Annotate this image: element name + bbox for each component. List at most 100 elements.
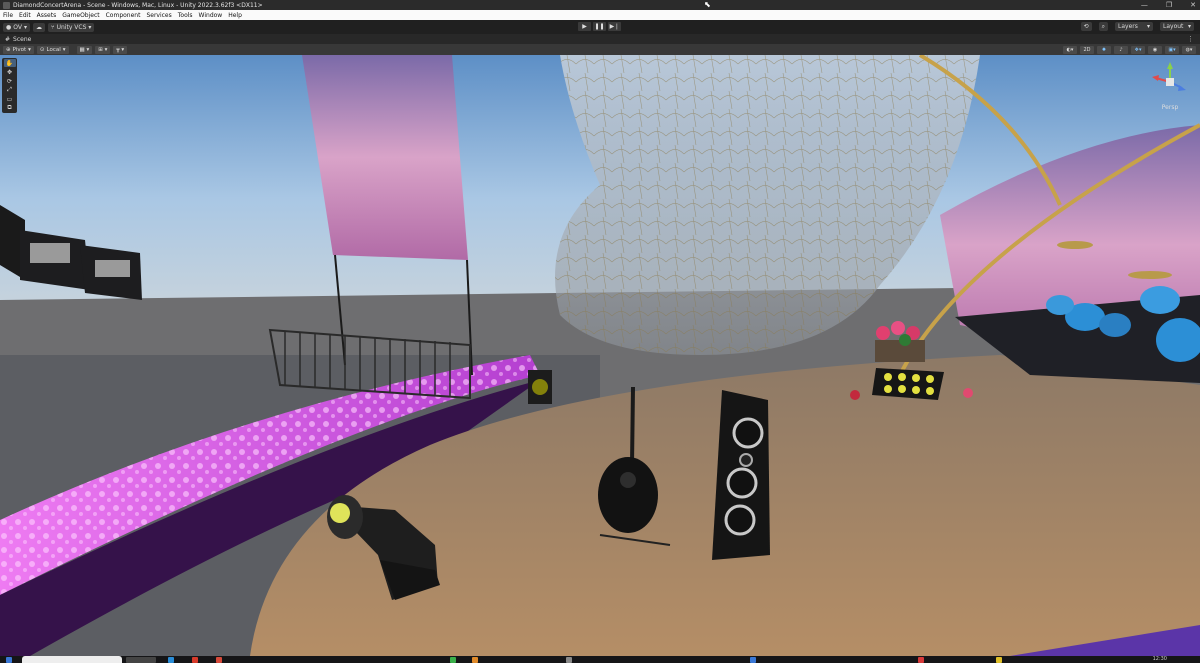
space-dropdown[interactable]: ⊙ Local ▾ <box>36 45 69 54</box>
speaker-icon: ♪ <box>1119 46 1123 53</box>
toolbar-right: ⟲ ⌕ Layers ▾ Layout ▾ <box>1078 22 1194 31</box>
menu-gameobject[interactable]: GameObject <box>59 12 102 19</box>
menu-component[interactable]: Component <box>103 12 144 19</box>
chevron-down-icon: ▾ <box>28 46 31 53</box>
history-button[interactable]: ⟲ <box>1080 22 1092 31</box>
minimize-button[interactable]: — <box>1141 1 1148 9</box>
unity-vcs-button[interactable]: ⑂ Unity VCS ▾ <box>48 22 95 32</box>
gizmos-dropdown[interactable]: ◍▾ <box>1182 45 1196 54</box>
unity-logo-icon <box>3 1 10 9</box>
scale-tool-button[interactable]: ⤢ <box>4 86 16 94</box>
taskbar-app-icon[interactable] <box>126 657 156 663</box>
grid-icon: ▦ ▾ <box>79 46 90 53</box>
chevron-down-icon: ▾ <box>88 23 92 31</box>
pivot-icon: ⊕ <box>6 46 11 53</box>
menu-assets[interactable]: Assets <box>34 12 60 19</box>
scene-toolbar: ⊕ Pivot ▾ ⊙ Local ▾ ▦ ▾ ⊞ ▾ ┳ ▾ ◐▾ 2D ✹ … <box>0 44 1200 55</box>
audio-toggle[interactable]: ♪ <box>1114 45 1128 54</box>
snap-increment-button[interactable]: ⊞ ▾ <box>95 45 111 54</box>
snap-icon: ⊞ ▾ <box>98 46 108 53</box>
taskbar-app-icon[interactable] <box>192 657 198 663</box>
tab-menu-button[interactable]: ⋮ <box>1187 34 1194 44</box>
layers-label: Layers <box>1118 23 1138 30</box>
eye-icon: ◉ <box>1152 46 1158 53</box>
maximize-button[interactable]: ❐ <box>1166 1 1172 9</box>
taskbar-app-icon[interactable] <box>750 657 756 663</box>
scene-viewport[interactable] <box>0 55 1200 656</box>
lighting-toggle[interactable]: ✹ <box>1097 45 1111 54</box>
rect-tool-button[interactable]: ▭ <box>4 95 16 103</box>
chevron-down-icon: ▾ <box>1146 23 1150 30</box>
scene-tab-bar: # Scene ⋮ <box>0 34 1200 44</box>
tower-speaker <box>712 390 770 560</box>
menu-services[interactable]: Services <box>143 12 174 19</box>
window-controls: — ❐ ✕ <box>1141 0 1196 10</box>
vcs-icon: ⑂ <box>51 23 55 31</box>
ruler-button[interactable]: ┳ ▾ <box>113 45 128 54</box>
light-icon: ✹ <box>1101 46 1107 53</box>
taskbar-app-icon[interactable] <box>996 657 1002 663</box>
led-panel <box>872 368 944 400</box>
layout-label: Layout <box>1163 23 1184 30</box>
chevron-down-icon: ▾ <box>1187 23 1191 30</box>
search-button[interactable]: ⌕ <box>1098 22 1108 31</box>
scene-view-options: ◐▾ 2D ✹ ♪ ❖▾ ◉ ▣▾ ◍▾ <box>1063 45 1196 54</box>
scene-icon: # <box>5 35 11 43</box>
scene-view-gizmo[interactable]: Persp <box>1148 60 1192 111</box>
taskbar-app-icon[interactable] <box>450 657 456 663</box>
hand-tool-button[interactable]: ✋ <box>3 59 16 67</box>
menu-bar: File Edit Assets GameObject Component Se… <box>0 10 1200 20</box>
menu-tools[interactable]: Tools <box>175 12 196 19</box>
tab-scene[interactable]: # Scene <box>0 36 31 43</box>
menu-file[interactable]: File <box>0 12 16 19</box>
cloud-button[interactable]: ☁ <box>33 22 45 32</box>
tab-scene-label: Scene <box>13 35 32 43</box>
taskbar-app-icon[interactable] <box>472 657 478 663</box>
chevron-down-icon: ▾ <box>23 23 27 31</box>
taskbar-app-icon[interactable] <box>566 657 572 663</box>
layers-dropdown[interactable]: Layers ▾ <box>1115 22 1153 31</box>
rotate-tool-button[interactable]: ⟳ <box>4 77 16 85</box>
scene-render <box>0 55 1200 656</box>
taskbar-search[interactable] <box>22 656 122 663</box>
transform-tool-button[interactable]: ⧉ <box>4 104 16 112</box>
space-label: Local <box>46 46 61 53</box>
search-icon: ⌕ <box>1101 22 1105 30</box>
taskbar-app-icon[interactable] <box>168 657 174 663</box>
account-label: OV <box>13 23 22 31</box>
view-mode-label[interactable]: Persp <box>1148 104 1192 111</box>
draw-mode-button[interactable]: ◐▾ <box>1063 45 1077 54</box>
cloud-icon: ☁ <box>36 23 42 31</box>
globe-icon: ◍▾ <box>1185 46 1193 53</box>
local-icon: ⊙ <box>39 46 45 53</box>
menu-edit[interactable]: Edit <box>16 12 34 19</box>
layout-dropdown[interactable]: Layout ▾ <box>1160 22 1194 31</box>
close-button[interactable]: ✕ <box>1190 1 1196 9</box>
taskbar-clock: 12:30 <box>1152 656 1167 662</box>
play-button[interactable]: ▶ <box>578 22 591 31</box>
account-button[interactable]: ● OV ▾ <box>3 22 30 32</box>
camera-icon: ▣▾ <box>1168 46 1176 53</box>
menu-window[interactable]: Window <box>196 12 226 19</box>
sphere-icon: ◐▾ <box>1066 46 1074 53</box>
pivot-label: Pivot <box>12 46 27 53</box>
menu-help[interactable]: Help <box>225 12 245 19</box>
tool-palette: ✋ ✥ ⟳ ⤢ ▭ ⧉ <box>2 58 17 113</box>
pause-button[interactable]: ❚❚ <box>593 22 606 31</box>
vcs-label: Unity VCS <box>56 23 87 31</box>
start-icon[interactable] <box>6 657 12 663</box>
taskbar-app-icon[interactable] <box>216 657 222 663</box>
grid-snapping-button[interactable]: ▦ ▾ <box>76 45 93 54</box>
axis-gizmo-icon <box>1152 62 1186 91</box>
step-button[interactable]: ▶❘ <box>608 22 621 31</box>
effects-dropdown[interactable]: ❖▾ <box>1131 45 1145 54</box>
move-tool-button[interactable]: ✥ <box>4 68 16 76</box>
taskbar-app-icon[interactable] <box>918 657 924 663</box>
effects-icon: ❖▾ <box>1134 46 1142 53</box>
pivot-dropdown[interactable]: ⊕ Pivot ▾ <box>3 45 34 54</box>
hidden-objects-toggle[interactable]: ◉ <box>1148 45 1162 54</box>
camera-dropdown[interactable]: ▣▾ <box>1165 45 1179 54</box>
toggle-2d-button[interactable]: 2D <box>1080 45 1094 54</box>
title-bar: DiamondConcertArena - Scene - Windows, M… <box>0 0 1200 10</box>
ruler-icon: ┳ ▾ <box>116 46 125 53</box>
